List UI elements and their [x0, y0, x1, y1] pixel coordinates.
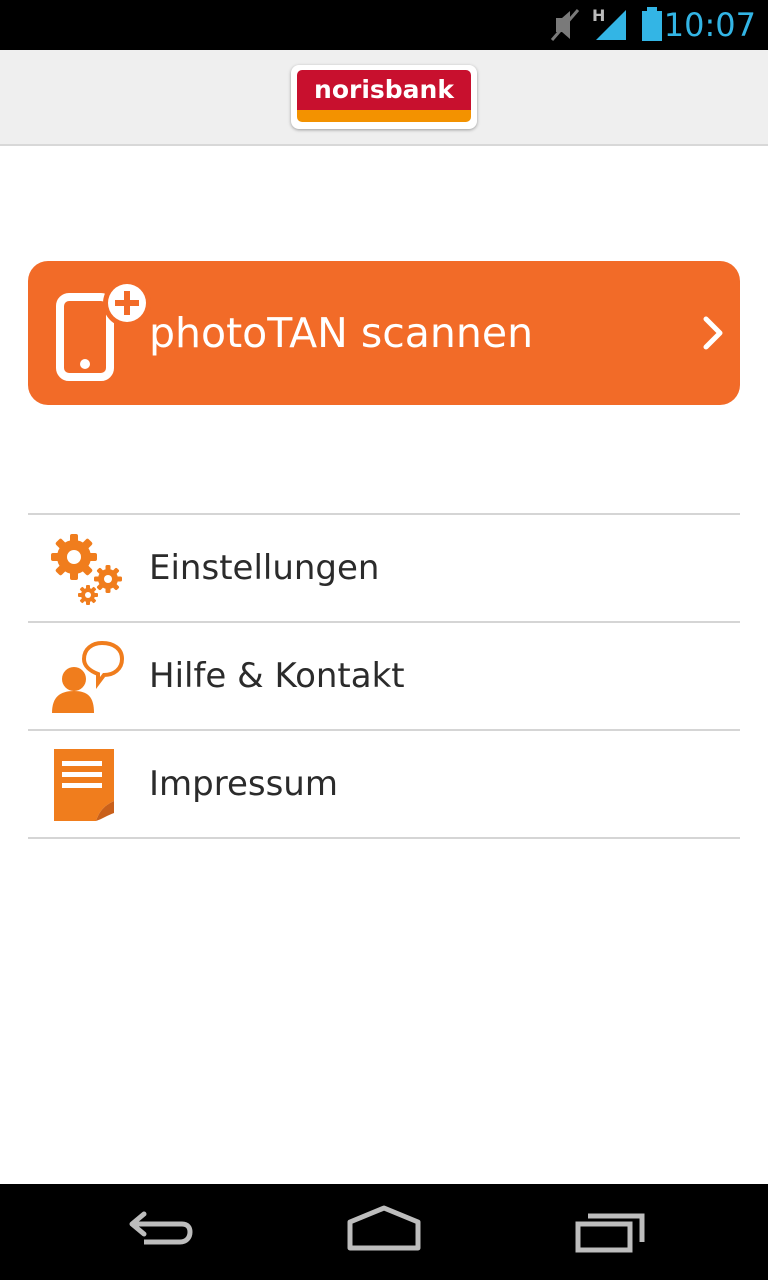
menu-item-label: Hilfe & Kontakt — [149, 656, 405, 696]
back-arrow-icon — [129, 1211, 193, 1245]
phone-plus-icon — [56, 281, 151, 381]
logo-stripe — [297, 110, 471, 122]
gears-icon — [51, 534, 122, 605]
menu-item-label: Impressum — [149, 764, 338, 804]
menu-item-impressum[interactable]: Impressum — [28, 731, 740, 837]
chevron-right-icon — [703, 316, 723, 350]
app-header: norisbank — [0, 50, 768, 146]
main-menu: Einstellungen Hilfe & Kontakt Impressum — [28, 513, 740, 839]
menu-divider — [28, 837, 740, 839]
norisbank-logo: norisbank — [291, 65, 477, 129]
menu-item-hilfe-kontakt[interactable]: Hilfe & Kontakt — [28, 623, 740, 729]
status-bar: H 10:07 — [0, 0, 768, 50]
document-icon — [54, 749, 114, 821]
menu-item-einstellungen[interactable]: Einstellungen — [28, 515, 740, 621]
phototan-scan-label: photoTAN scannen — [149, 309, 534, 357]
home-button[interactable] — [324, 1202, 444, 1262]
navigation-bar — [0, 1184, 768, 1280]
back-button[interactable] — [100, 1202, 220, 1262]
menu-item-label: Einstellungen — [149, 548, 380, 588]
home-icon — [347, 1205, 421, 1251]
phototan-scan-button[interactable]: photoTAN scannen — [28, 261, 740, 405]
logo-text: norisbank — [297, 70, 471, 110]
status-time: 10:07 — [663, 6, 756, 44]
mute-icon — [550, 9, 580, 41]
recent-apps-button[interactable] — [550, 1202, 670, 1262]
battery-icon — [642, 7, 662, 41]
help-contact-icon — [52, 640, 125, 713]
recent-apps-icon — [575, 1213, 645, 1253]
network-type-label: H — [592, 6, 606, 25]
